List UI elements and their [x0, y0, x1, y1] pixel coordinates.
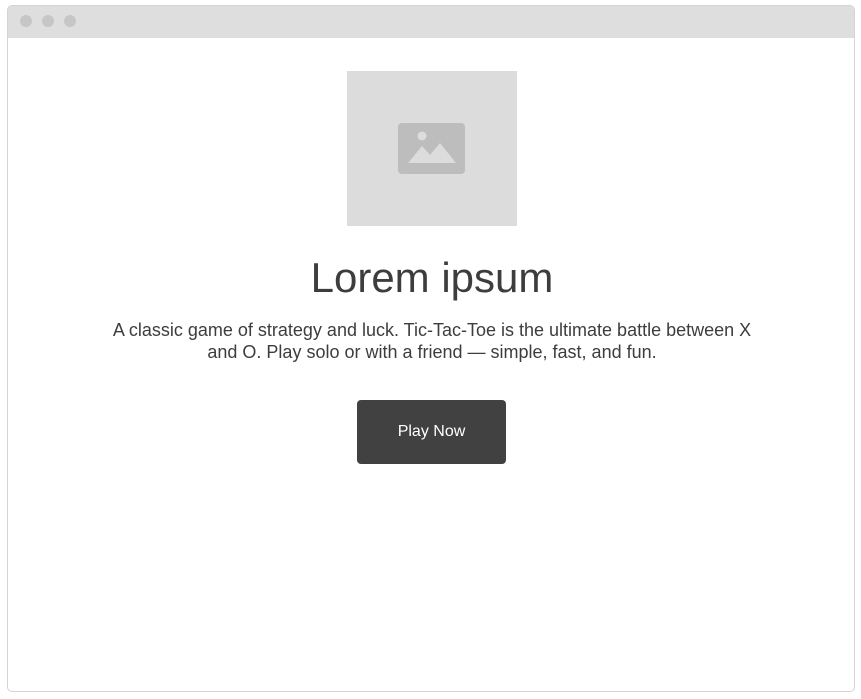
game-description: A classic game of strategy and luck. Tic…: [112, 320, 752, 362]
browser-window: Lorem ipsum A classic game of strategy a…: [7, 5, 855, 692]
window-titlebar: [8, 6, 854, 38]
window-maximize-dot-icon[interactable]: [64, 15, 76, 27]
image-placeholder-icon: [398, 123, 465, 174]
window-close-dot-icon[interactable]: [20, 15, 32, 27]
play-now-button[interactable]: Play Now: [357, 400, 506, 464]
page-title: Lorem ipsum: [310, 254, 554, 301]
hero-image-placeholder: [347, 71, 517, 226]
window-minimize-dot-icon[interactable]: [42, 15, 54, 27]
